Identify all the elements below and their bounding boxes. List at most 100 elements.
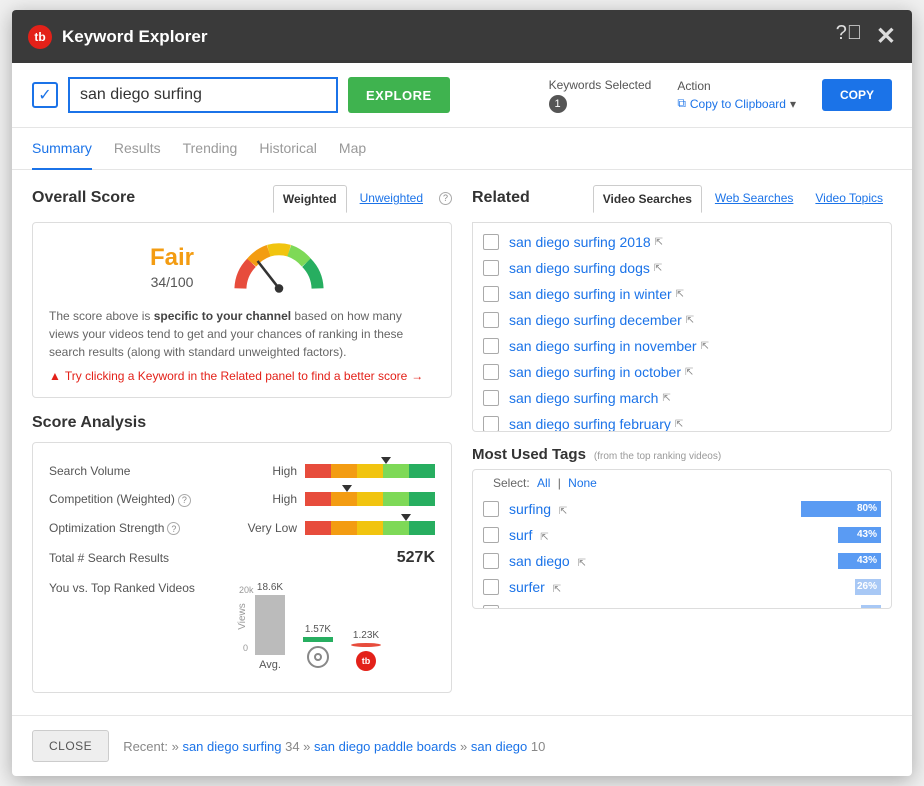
help-icon[interactable]: ?⃝ [836,22,862,51]
related-keyword-link[interactable]: san diego surfing february [509,416,671,432]
tab-trending[interactable]: Trending [183,128,238,169]
total-results-label: Total # Search Results [49,551,305,565]
metric-value: Very Low [248,521,297,535]
related-checkbox[interactable] [483,416,499,432]
recent-link[interactable]: san diego [471,739,527,754]
bar-label: Avg. [255,659,285,671]
total-results-value: 527K [305,549,435,567]
left-column: Overall Score Weighted Unweighted ? Fair… [32,184,452,709]
explore-button[interactable]: EXPLORE [348,77,450,113]
external-link-icon[interactable]: ⇱ [675,419,683,430]
toolbar: ✓ EXPLORE Keywords Selected 1 Action ⧉ C… [12,63,912,128]
main-tabs: Summary Results Trending Historical Map [12,128,912,170]
metric-name: Search Volume [49,464,272,478]
spectrum-bar [305,521,435,535]
related-checkbox[interactable] [483,286,499,302]
action-column: Action ⧉ Copy to Clipboard ▾ [677,79,796,111]
recent-link[interactable]: san diego paddle boards [314,739,456,754]
copy-button[interactable]: COPY [822,79,892,111]
tag-checkbox[interactable] [483,605,499,609]
keywords-selected-label: Keywords Selected [549,78,652,92]
related-checkbox[interactable] [483,338,499,354]
select-keyword-checkbox[interactable]: ✓ [32,82,58,108]
tag-percent-bar: 43% [838,553,881,569]
external-link-icon[interactable]: ⇱ [655,237,663,248]
tag-link[interactable]: surf ⇱ [509,527,781,543]
external-link-icon[interactable]: ⇱ [701,341,709,352]
help-icon[interactable]: ? [178,494,191,507]
score-label: Fair [150,244,194,272]
overall-score-title: Overall Score [32,189,135,207]
tab-results[interactable]: Results [114,128,161,169]
related-keyword-link[interactable]: san diego surfing dogs [509,260,650,276]
related-checkbox[interactable] [483,260,499,276]
tag-checkbox[interactable] [483,501,499,517]
views-chart: Views 20k 0 18.6K Avg.1.57K 1.23K tb [225,581,435,671]
external-link-icon[interactable]: ⇱ [686,315,694,326]
spectrum-bar [305,492,435,506]
close-icon[interactable]: ✕ [876,22,896,51]
select-none-link[interactable]: None [568,476,597,490]
tag-link[interactable]: surfer ⇱ [509,579,781,595]
score-analysis-title: Score Analysis [32,414,452,432]
related-keyword-link[interactable]: san diego surfing march [509,390,658,406]
related-keyword-link[interactable]: san diego surfing in winter [509,286,672,302]
related-keyword-link[interactable]: san diego surfing in october [509,364,681,380]
related-checkbox[interactable] [483,234,499,250]
tag-link[interactable]: surfing ⇱ [509,501,781,517]
chart-ytick: 20k [239,585,254,595]
tag-checkbox[interactable] [483,527,499,543]
subtab-unweighted[interactable]: Unweighted [351,185,432,211]
target-icon [307,646,329,668]
select-row: Select: All | None [483,470,881,490]
external-link-icon[interactable]: ⇱ [559,506,567,517]
subtab-video-topics[interactable]: Video Topics [806,185,892,211]
bar-label [303,646,333,671]
external-link-icon[interactable]: ⇱ [676,289,684,300]
keyword-input[interactable] [68,77,338,113]
external-link-icon[interactable]: ⇱ [685,367,693,378]
external-link-icon[interactable]: ⇱ [654,263,662,274]
close-button[interactable]: CLOSE [32,730,109,762]
modal-header: tb Keyword Explorer ?⃝ ✕ [12,10,912,63]
tab-map[interactable]: Map [339,128,366,169]
tag-checkbox[interactable] [483,553,499,569]
external-link-icon[interactable]: ⇱ [662,393,670,404]
subtab-web-searches[interactable]: Web Searches [706,185,803,211]
tag-percent-bar: 80% [801,501,881,517]
related-checkbox[interactable] [483,390,499,406]
tags-list[interactable]: Select: All | None surfing ⇱ 80% surf ⇱ … [472,469,892,609]
related-keyword-link[interactable]: san diego surfing 2018 [509,234,651,250]
score-value: 34/100 [150,274,194,290]
related-checkbox[interactable] [483,312,499,328]
score-description: The score above is specific to your chan… [49,307,435,361]
tag-link[interactable]: beach ⇱ [509,605,781,609]
bar-value: 1.57K [303,624,333,635]
tubebuddy-logo-icon: tb [356,651,376,671]
chart-ytick: 0 [243,643,248,653]
bar-value: 1.23K [351,630,381,641]
keywords-selected: Keywords Selected 1 [549,78,652,113]
external-link-icon[interactable]: ⇱ [540,532,548,543]
select-all-link[interactable]: All [537,476,550,490]
chevron-down-icon: ▾ [790,97,796,111]
tag-checkbox[interactable] [483,579,499,595]
bar-value: 18.6K [255,582,285,593]
tab-summary[interactable]: Summary [32,128,92,170]
related-list[interactable]: san diego surfing 2018 ⇱ san diego surfi… [472,222,892,432]
recent-link[interactable]: san diego surfing [182,739,281,754]
subtab-weighted[interactable]: Weighted [273,185,347,213]
tag-link[interactable]: san diego ⇱ [509,553,781,569]
related-keyword-link[interactable]: san diego surfing december [509,312,682,328]
related-checkbox[interactable] [483,364,499,380]
help-icon[interactable]: ? [167,522,180,535]
tab-historical[interactable]: Historical [259,128,317,169]
metric-value: High [272,492,297,506]
related-keyword-link[interactable]: san diego surfing in november [509,338,697,354]
help-icon[interactable]: ? [439,192,452,205]
tag-percent-bar: 43% [838,527,881,543]
copy-clipboard-link[interactable]: ⧉ Copy to Clipboard ▾ [677,96,796,111]
subtab-video-searches[interactable]: Video Searches [593,185,702,213]
external-link-icon[interactable]: ⇱ [578,558,586,569]
external-link-icon[interactable]: ⇱ [553,584,561,595]
